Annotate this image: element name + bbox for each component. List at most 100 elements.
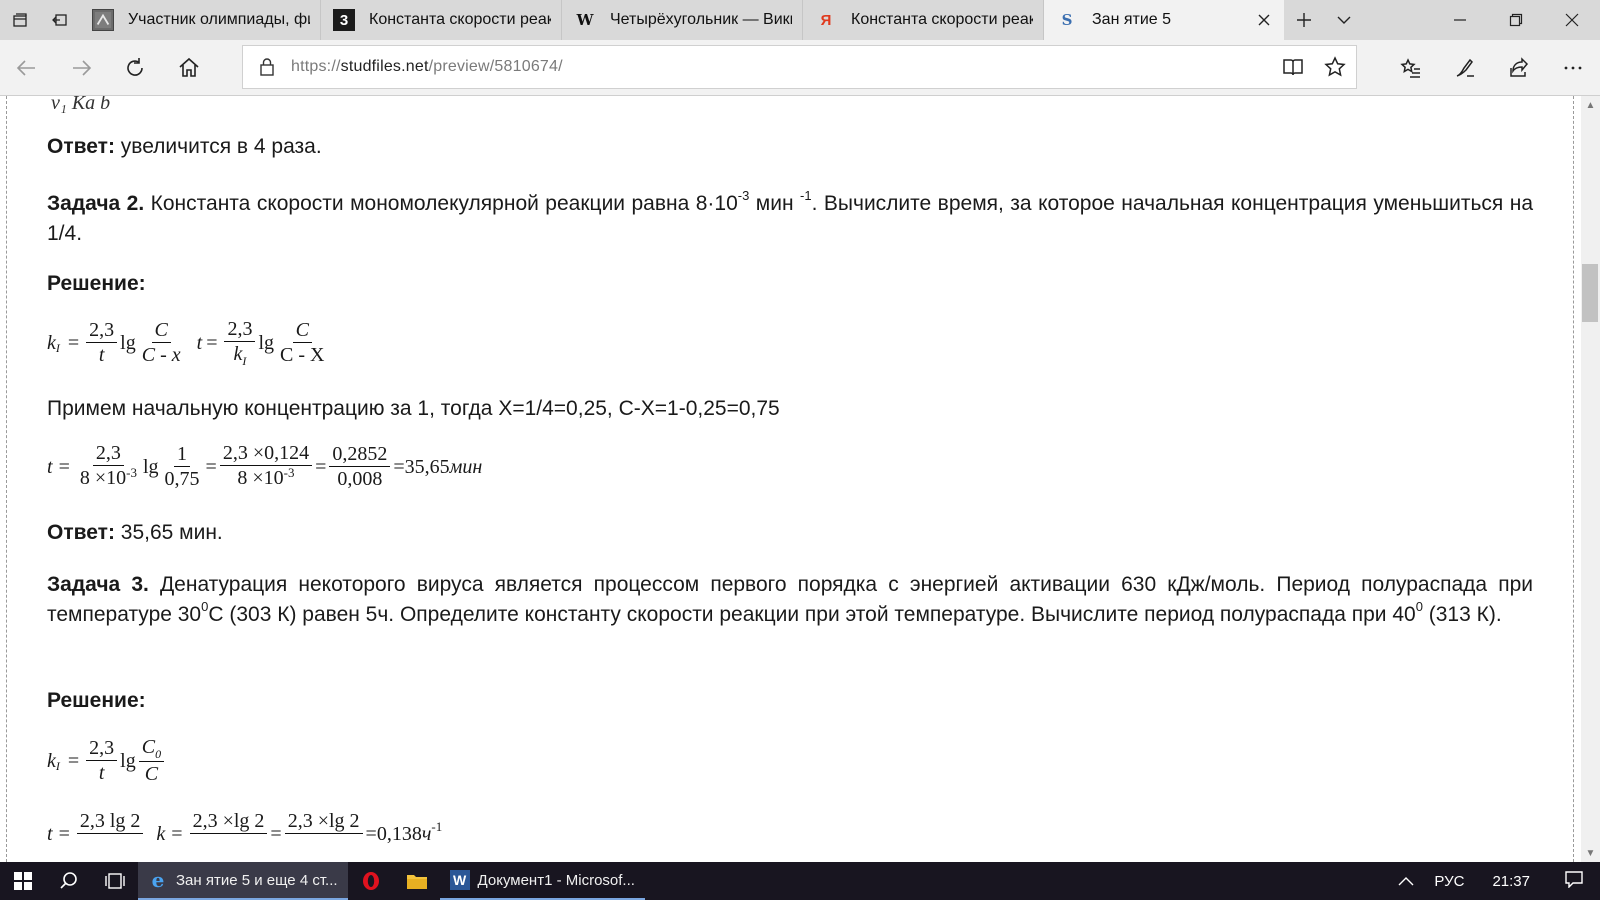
language-indicator[interactable]: РУС xyxy=(1424,873,1474,890)
browser-tab[interactable]: W Четырёхугольник — Вики xyxy=(562,0,803,40)
formula-function: lg xyxy=(120,749,136,772)
answer-label: Ответ: xyxy=(47,135,115,158)
home-icon[interactable] xyxy=(162,40,216,96)
web-note-pen-icon[interactable] xyxy=(1438,40,1492,96)
minimize-icon[interactable] xyxy=(1432,0,1488,40)
formula-symbol: t xyxy=(47,822,53,845)
search-icon[interactable] xyxy=(46,862,92,900)
fraction-numerator: 2,3 xyxy=(86,319,118,343)
set-tabs-aside-icon[interactable] xyxy=(40,0,80,40)
back-arrow-icon[interactable] xyxy=(0,40,54,96)
navigation-bar: https://studfiles.net/preview/5810674/ xyxy=(0,40,1600,96)
formula-function: lg xyxy=(258,331,275,354)
tabs-aside-icon[interactable] xyxy=(0,0,40,40)
taskbar-task-label: Документ1 - Microsof... xyxy=(477,871,635,889)
formula-operator: = xyxy=(270,822,282,845)
favorite-star-icon[interactable] xyxy=(1314,45,1356,89)
more-options-icon[interactable] xyxy=(1546,40,1600,96)
close-tab-icon[interactable] xyxy=(1254,10,1274,30)
formula-operator: = xyxy=(206,331,218,354)
address-bar[interactable]: https://studfiles.net/preview/5810674/ xyxy=(242,45,1357,89)
favorites-hub-icon[interactable] xyxy=(1384,40,1438,96)
fraction-denominator: 8 ×10 xyxy=(237,467,284,489)
formula-unit: мин xyxy=(449,455,483,478)
fraction-denominator: 8 ×10 xyxy=(79,467,127,489)
close-window-icon[interactable] xyxy=(1544,0,1600,40)
windows-start-icon[interactable] xyxy=(0,862,46,900)
fraction: 0,2852 0,008 xyxy=(329,443,391,490)
formula-subscript: 0 xyxy=(155,747,162,761)
page-viewport: v₁ Ka b Ответ: увеличится в 4 раза. Зада… xyxy=(0,96,1600,862)
show-hidden-icons-chevron-up-icon[interactable] xyxy=(1388,873,1424,890)
formula-fragment-top: v₁ Ka b xyxy=(51,96,111,114)
url-host: studfiles.net xyxy=(340,58,429,75)
browser-tab[interactable]: 3 Константа скорости реакі xyxy=(321,0,562,40)
system-tray: РУС 21:37 xyxy=(1388,870,1600,892)
browser-tab[interactable]: Участник олимпиады, фи xyxy=(80,0,321,40)
file-explorer-icon[interactable] xyxy=(394,862,440,900)
fraction-denominator: 0,75 xyxy=(164,468,200,490)
vertical-scrollbar[interactable] xyxy=(1581,96,1600,862)
fraction-numerator: 1 xyxy=(174,443,191,467)
tab-strip: Участник олимпиады, фи 3 Константа скоро… xyxy=(0,0,1600,40)
browser-tab-active[interactable]: S Зан ятие 5 xyxy=(1044,0,1284,40)
task-label: Задача 3. xyxy=(47,573,149,596)
task-text: С (303 К) равен 5ч. Определите константу… xyxy=(208,603,1416,626)
solution-label: Решение: xyxy=(47,272,146,295)
exponent: -1 xyxy=(431,818,443,834)
forward-arrow-icon[interactable] xyxy=(54,40,108,96)
taskbar-word-window[interactable]: W Документ1 - Microsof... xyxy=(439,862,645,900)
answer-text: 35,65 мин. xyxy=(114,521,223,544)
formula-operator: = xyxy=(67,331,80,354)
formula-unit: ч xyxy=(421,822,432,845)
reading-view-icon[interactable] xyxy=(1272,45,1314,89)
restore-icon[interactable] xyxy=(1488,0,1544,40)
fraction: 2,3 8 ×10-3 xyxy=(77,442,140,491)
formula-symbol: k xyxy=(47,331,56,354)
browser-tab[interactable]: Я Константа скорости реакі xyxy=(803,0,1044,40)
formula-result: =35,65 xyxy=(393,455,450,478)
share-icon[interactable] xyxy=(1492,40,1546,96)
tab-preview-chevron-down-icon[interactable] xyxy=(1324,0,1364,40)
answer-2: Ответ: 35,65 мин. xyxy=(47,518,1533,548)
clock[interactable]: 21:37 xyxy=(1474,873,1548,890)
scroll-up-arrow-icon[interactable]: ▲ xyxy=(1581,96,1600,114)
new-tab-icon[interactable] xyxy=(1284,0,1324,40)
formula-time-calculation: t = 2,3 8 ×10-3 lg 1 0,75 = 2,3 ×0,124 8 ×1… xyxy=(47,442,482,491)
taskbar-edge-window[interactable]: e Зан ятие 5 и еще 4 ст... xyxy=(138,862,348,900)
fraction-numerator: 2,3 lg 2 xyxy=(76,810,144,834)
fraction-numerator: 2,3 ×lg 2 xyxy=(189,810,268,834)
fraction: C C - X xyxy=(277,319,327,366)
olympiad-favicon-icon xyxy=(92,9,114,31)
refresh-icon[interactable] xyxy=(108,40,162,96)
formula-half-life: t = 2,3 lg 2 k = 2,3 ×lg 2 = 2,3 ×lg 2 =… xyxy=(47,810,442,857)
tab-title: Участник олимпиады, фи xyxy=(128,11,310,28)
url-text[interactable]: https://studfiles.net/preview/5810674/ xyxy=(291,58,563,76)
fraction-numerator: C xyxy=(154,319,168,341)
word-icon: W xyxy=(449,870,470,890)
answer-1: Ответ: увеличится в 4 раза. xyxy=(47,132,1533,162)
fraction-denominator: t xyxy=(98,762,105,784)
lock-icon[interactable] xyxy=(243,57,291,77)
solution-label: Решение: xyxy=(47,689,146,712)
studfiles-favicon-icon: S xyxy=(1061,11,1073,29)
formula-subscript: I xyxy=(242,354,247,368)
fraction-denominator: C - X xyxy=(280,344,325,366)
solution-heading: Решение: xyxy=(47,269,1533,299)
exponent: -3 xyxy=(283,465,295,480)
fraction: 1 0,75 xyxy=(162,443,203,490)
scrollbar-thumb[interactable] xyxy=(1582,264,1598,322)
fraction: 2,3 t xyxy=(86,737,118,784)
edge-icon: e xyxy=(151,868,165,892)
fraction: 2,3 kI xyxy=(224,318,256,368)
tab-title: Константа скорости реакі xyxy=(369,11,551,28)
task-view-icon[interactable] xyxy=(92,862,138,900)
opera-icon[interactable] xyxy=(348,862,394,900)
action-center-icon[interactable] xyxy=(1548,870,1600,892)
scroll-down-arrow-icon[interactable]: ▼ xyxy=(1581,844,1600,862)
fraction: C0 C xyxy=(138,736,165,785)
formula-subscript: I xyxy=(55,758,60,773)
fraction: C C - x xyxy=(139,319,184,366)
task-text: мин xyxy=(749,192,801,215)
fraction-denominator: t xyxy=(98,344,105,366)
